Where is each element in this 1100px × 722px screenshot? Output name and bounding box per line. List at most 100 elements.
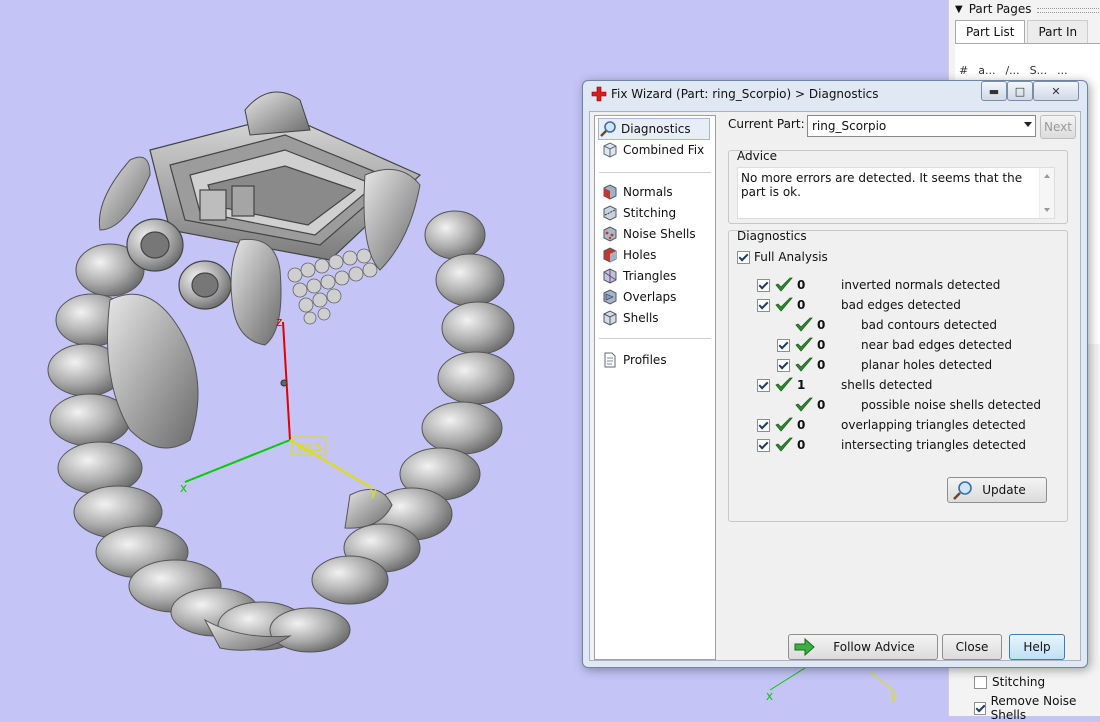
diagnostic-count: 0 bbox=[817, 318, 826, 332]
full-analysis-option[interactable]: Full Analysis bbox=[737, 249, 937, 267]
next-button[interactable]: Next bbox=[1040, 115, 1076, 139]
diagnostic-row: 0 intersecting triangles detected bbox=[729, 437, 1065, 455]
diagnostic-checkbox[interactable] bbox=[757, 439, 770, 452]
nav-item-profiles[interactable]: Profiles bbox=[601, 350, 667, 370]
tab-part-list[interactable]: Part List bbox=[955, 20, 1026, 43]
scroll-down-icon[interactable] bbox=[1044, 208, 1050, 212]
minimize-button[interactable]: ▬ bbox=[981, 81, 1007, 101]
overlaps-icon bbox=[603, 289, 617, 305]
ok-checkmark-icon bbox=[775, 437, 793, 452]
close-window-button[interactable]: ✕ bbox=[1033, 81, 1079, 101]
diagnostic-checkbox[interactable] bbox=[757, 379, 770, 392]
ok-checkmark-icon bbox=[775, 297, 793, 312]
ok-checkmark-icon bbox=[795, 337, 813, 352]
help-button[interactable]: Help bbox=[1009, 634, 1065, 660]
diagnostic-count: 1 bbox=[797, 378, 806, 392]
current-part-label: Current Part: bbox=[728, 117, 805, 131]
holes-icon bbox=[603, 247, 617, 263]
scroll-up-icon[interactable] bbox=[1044, 174, 1050, 178]
diagnostic-checkbox[interactable] bbox=[777, 339, 790, 352]
close-button[interactable]: Close bbox=[942, 634, 1002, 660]
nav-item-label: Diagnostics bbox=[621, 122, 691, 136]
current-part-dropdown[interactable]: ring_Scorpio bbox=[807, 115, 1036, 137]
full-analysis-label: Full Analysis bbox=[754, 250, 828, 264]
remove-noise-shells-label: Remove Noise Shells bbox=[990, 694, 1077, 722]
stitching-checkbox[interactable] bbox=[974, 675, 987, 689]
axis-x-label: x bbox=[180, 481, 187, 495]
nav-separator bbox=[599, 172, 711, 173]
nav-item-normals[interactable]: Normals bbox=[601, 182, 673, 202]
nav-item-shells[interactable]: Shells bbox=[601, 308, 659, 328]
maximize-icon: □ bbox=[1014, 84, 1026, 98]
pave-stones bbox=[287, 248, 378, 325]
diagnostic-count: 0 bbox=[817, 338, 826, 352]
panel-grip[interactable] bbox=[1037, 8, 1100, 13]
column-header[interactable]: a... bbox=[978, 64, 995, 77]
column-header[interactable]: # bbox=[959, 64, 968, 77]
ok-checkmark-icon bbox=[775, 417, 793, 432]
column-header[interactable]: /... bbox=[1005, 64, 1019, 77]
diagnostic-checkbox[interactable] bbox=[757, 419, 770, 432]
stitching-icon bbox=[603, 205, 617, 221]
nav-item-stitching[interactable]: Stitching bbox=[601, 203, 676, 223]
diagnostic-text: possible noise shells detected bbox=[861, 398, 1042, 412]
diagnostic-text: bad contours detected bbox=[861, 318, 997, 332]
remove-noise-shells-checkbox[interactable] bbox=[974, 701, 986, 715]
collapse-triangle-icon[interactable]: ▼ bbox=[955, 4, 963, 15]
nav-item-diagnostics[interactable]: Diagnostics bbox=[598, 118, 710, 140]
nav-item-triangles[interactable]: Triangles bbox=[601, 266, 676, 286]
nav-item-overlaps[interactable]: Overlaps bbox=[601, 287, 676, 307]
diagnostic-text: planar holes detected bbox=[861, 358, 993, 372]
stitching-option-label: Stitching bbox=[992, 675, 1046, 689]
column-header[interactable]: S... bbox=[1030, 64, 1047, 77]
nav-item-combined-fix[interactable]: Combined Fix bbox=[601, 140, 704, 160]
tab-part-info[interactable]: Part In bbox=[1027, 20, 1089, 43]
nav-item-label: Triangles bbox=[623, 269, 677, 283]
part-pages-tabs: Part List Part In bbox=[955, 20, 1090, 43]
mini-axis-y-label: y bbox=[890, 689, 897, 703]
advice-textbox[interactable]: No more errors are detected. It seems th… bbox=[737, 167, 1055, 219]
minimize-icon: ▬ bbox=[988, 84, 1000, 98]
advice-group-title: Advice bbox=[737, 149, 778, 163]
part-pages-header[interactable]: ▼ Part Pages bbox=[955, 0, 1032, 18]
noise-shells-icon bbox=[603, 226, 617, 242]
coordinate-axes bbox=[184, 321, 373, 489]
advice-scrollbar[interactable] bbox=[1039, 168, 1054, 218]
column-header[interactable]: ... bbox=[1057, 64, 1068, 77]
axis-x-line bbox=[184, 439, 291, 483]
nav-item-noise-shells[interactable]: Noise Shells bbox=[601, 224, 696, 244]
shells-icon bbox=[603, 310, 617, 326]
remove-noise-shells-option[interactable]: Remove Noise Shells bbox=[974, 694, 1100, 722]
cube-icon bbox=[603, 142, 617, 158]
nav-item-holes[interactable]: Holes bbox=[601, 245, 656, 265]
wcs-label: WCS bbox=[297, 441, 323, 454]
diagnostic-row: 0 planar holes detected bbox=[729, 357, 1065, 375]
mini-axis-x-label: x bbox=[766, 689, 773, 703]
red-cross-icon bbox=[591, 86, 607, 102]
scorpion-claw-left bbox=[98, 156, 151, 231]
nav-item-label: Normals bbox=[623, 185, 673, 199]
stitching-option[interactable]: Stitching bbox=[974, 675, 1045, 689]
dialog-client-area: Diagnostics Combined Fix Normals Stitchi… bbox=[589, 111, 1081, 661]
nav-item-label: Overlaps bbox=[623, 290, 677, 304]
update-button[interactable]: Update bbox=[947, 477, 1047, 503]
diagnostic-checkbox[interactable] bbox=[757, 279, 770, 292]
diagnostic-checkbox[interactable] bbox=[777, 359, 790, 372]
diagnostic-text: intersecting triangles detected bbox=[841, 438, 1026, 452]
diagnostics-group-title: Diagnostics bbox=[737, 229, 807, 243]
part-pages-title: Part Pages bbox=[968, 2, 1032, 16]
maximize-button[interactable]: □ bbox=[1007, 81, 1033, 101]
diagnostic-text: shells detected bbox=[841, 378, 933, 392]
follow-advice-button[interactable]: Follow Advice bbox=[788, 634, 938, 660]
advice-text: No more errors are detected. It seems th… bbox=[741, 171, 1023, 199]
diagnostic-text: near bad edges detected bbox=[861, 338, 1012, 352]
dialog-titlebar[interactable]: Fix Wizard (Part: ring_Scorpio) > Diagno… bbox=[583, 81, 1087, 107]
diagnostic-count: 0 bbox=[797, 418, 806, 432]
green-arrow-icon bbox=[794, 638, 815, 656]
scorpion-claw-right bbox=[363, 168, 421, 271]
diagnostic-count: 0 bbox=[797, 438, 806, 452]
normals-icon bbox=[603, 184, 617, 200]
axis-z-label: z bbox=[276, 315, 282, 329]
diagnostic-checkbox[interactable] bbox=[757, 299, 770, 312]
full-analysis-checkbox[interactable] bbox=[737, 251, 750, 264]
